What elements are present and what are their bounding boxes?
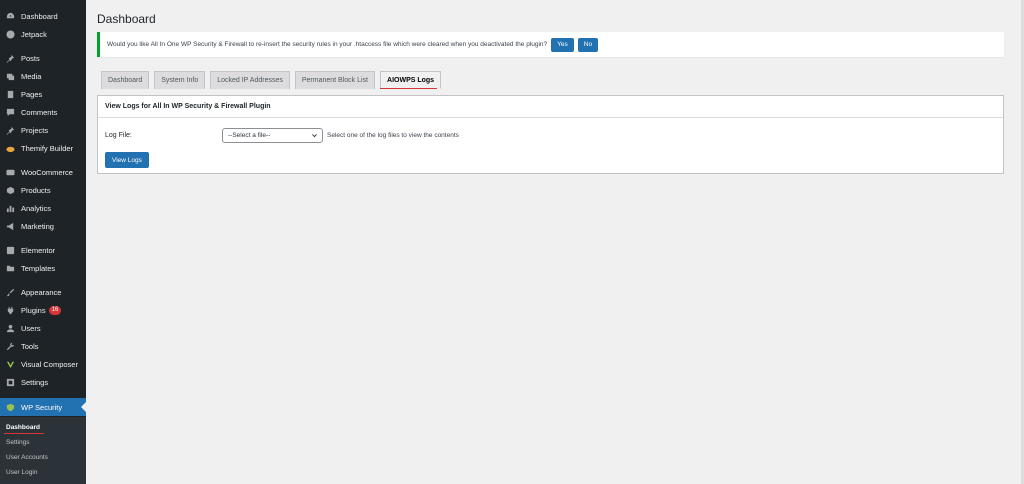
chevron-down-icon bbox=[311, 132, 318, 141]
plugin-icon bbox=[5, 305, 15, 315]
sidebar-item-label: Settings bbox=[21, 377, 49, 387]
tab-locked-ip-addresses[interactable]: Locked IP Addresses bbox=[210, 71, 290, 89]
update-count-badge: 16 bbox=[48, 305, 62, 315]
submenu-item-user-accounts[interactable]: User Accounts bbox=[6, 454, 48, 461]
sidebar-item-jetpack[interactable]: Jetpack bbox=[0, 25, 86, 43]
tab-permanent-block-list[interactable]: Permanent Block List bbox=[294, 71, 376, 89]
select-value: --Select a file-- bbox=[228, 132, 271, 139]
htaccess-notice: Would you like All In One WP Security & … bbox=[97, 32, 1004, 57]
sidebar-item-label: Users bbox=[21, 323, 41, 333]
woocommerce-icon bbox=[5, 167, 15, 177]
sidebar-item-pages[interactable]: Pages bbox=[0, 85, 86, 103]
analytics-icon bbox=[5, 203, 15, 213]
highlight-underline bbox=[4, 433, 44, 434]
sidebar-item-label: Jetpack bbox=[21, 29, 47, 39]
folder-icon bbox=[5, 263, 15, 273]
sidebar-item-label: Pages bbox=[21, 89, 43, 99]
sidebar-item-label: Appearance bbox=[21, 287, 62, 297]
sidebar-item-marketing[interactable]: Marketing bbox=[0, 217, 86, 235]
sidebar-item-media[interactable]: Media bbox=[0, 67, 86, 85]
notice-text: Would you like All In One WP Security & … bbox=[107, 41, 548, 48]
sidebar-item-projects[interactable]: Projects bbox=[0, 121, 86, 139]
megaphone-icon bbox=[5, 221, 15, 231]
wrench-icon bbox=[5, 341, 15, 351]
tab-bar: Dashboard System Info Locked IP Addresse… bbox=[101, 71, 446, 89]
notice-no-button[interactable]: No bbox=[577, 37, 599, 52]
sidebar-item-label: Dashboard bbox=[21, 11, 58, 21]
sidebar-item-label: Comments bbox=[21, 107, 58, 117]
tab-aiowps-logs[interactable]: AIOWPS Logs bbox=[380, 71, 442, 89]
sidebar-item-elementor[interactable]: Elementor bbox=[0, 241, 86, 259]
tab-dashboard[interactable]: Dashboard bbox=[101, 71, 150, 89]
submenu-item-user-login[interactable]: User Login bbox=[6, 469, 37, 476]
panel-title: View Logs for All In WP Security & Firew… bbox=[105, 103, 271, 110]
sidebar-item-visual-composer[interactable]: Visual Composer bbox=[0, 355, 86, 373]
products-icon bbox=[5, 185, 15, 195]
sidebar-item-label: Projects bbox=[21, 125, 49, 135]
sidebar-item-label: WP Security bbox=[21, 402, 63, 412]
settings-icon bbox=[5, 377, 15, 387]
active-tab-underline bbox=[380, 88, 437, 89]
admin-sidebar: Dashboard Jetpack Posts Media Pages Comm… bbox=[0, 0, 86, 484]
page-icon bbox=[5, 89, 15, 99]
sidebar-item-label: Media bbox=[21, 71, 42, 81]
pin-icon bbox=[5, 53, 15, 63]
submenu-item-settings[interactable]: Settings bbox=[6, 439, 30, 446]
sidebar-item-plugins[interactable]: Plugins 16 bbox=[0, 301, 86, 319]
sidebar-item-tools[interactable]: Tools bbox=[0, 337, 86, 355]
log-file-label: Log File: bbox=[105, 132, 132, 139]
sidebar-item-settings[interactable]: Settings bbox=[0, 373, 86, 391]
logs-panel: View Logs for All In WP Security & Firew… bbox=[97, 95, 1004, 174]
sidebar-item-users[interactable]: Users bbox=[0, 319, 86, 337]
sidebar-item-label: Posts bbox=[21, 53, 40, 63]
dashboard-icon bbox=[5, 11, 15, 21]
sidebar-item-comments[interactable]: Comments bbox=[0, 103, 86, 121]
sidebar-item-label: Visual Composer bbox=[21, 359, 78, 369]
sidebar-item-label: Analytics bbox=[21, 203, 52, 213]
notice-yes-button[interactable]: Yes bbox=[551, 37, 574, 52]
sidebar-item-dashboard[interactable]: Dashboard bbox=[0, 7, 86, 25]
sidebar-item-label: Elementor bbox=[21, 245, 56, 255]
submenu-item-dashboard[interactable]: Dashboard bbox=[6, 424, 40, 431]
log-file-select[interactable]: --Select a file-- bbox=[222, 128, 323, 143]
sidebar-item-products[interactable]: Products bbox=[0, 181, 86, 199]
brush-icon bbox=[5, 287, 15, 297]
sidebar-item-label: WooCommerce bbox=[21, 167, 73, 177]
pin-icon bbox=[5, 125, 15, 135]
sidebar-item-analytics[interactable]: Analytics bbox=[0, 199, 86, 217]
sidebar-item-label: Plugins bbox=[21, 305, 46, 315]
sidebar-item-wp-security[interactable]: WP Security bbox=[0, 398, 86, 416]
comment-icon bbox=[5, 107, 15, 117]
sidebar-item-label: Marketing bbox=[21, 221, 54, 231]
wp-security-submenu: Dashboard Settings User Accounts User Lo… bbox=[0, 417, 86, 484]
sidebar-item-label: Templates bbox=[21, 263, 56, 273]
sidebar-item-label: Tools bbox=[21, 341, 39, 351]
sidebar-item-woocommerce[interactable]: WooCommerce bbox=[0, 163, 86, 181]
themify-icon bbox=[5, 143, 15, 153]
panel-divider bbox=[98, 117, 1003, 118]
elementor-icon bbox=[5, 245, 15, 255]
view-logs-button[interactable]: View Logs bbox=[105, 152, 149, 168]
tab-system-info[interactable]: System Info bbox=[154, 71, 206, 89]
sidebar-item-appearance[interactable]: Appearance bbox=[0, 283, 86, 301]
media-icon bbox=[5, 71, 15, 81]
sidebar-item-label: Products bbox=[21, 185, 51, 195]
users-icon bbox=[5, 323, 15, 333]
sidebar-item-posts[interactable]: Posts bbox=[0, 49, 86, 67]
jetpack-icon bbox=[5, 29, 15, 39]
shield-icon bbox=[5, 402, 15, 412]
sidebar-item-templates[interactable]: Templates bbox=[0, 259, 86, 277]
log-file-hint: Select one of the log files to view the … bbox=[327, 132, 459, 139]
sidebar-item-label: Themify Builder bbox=[21, 143, 74, 153]
page-title: Dashboard bbox=[97, 12, 156, 26]
vc-icon bbox=[5, 359, 15, 369]
sidebar-item-themify-builder[interactable]: Themify Builder bbox=[0, 139, 86, 157]
